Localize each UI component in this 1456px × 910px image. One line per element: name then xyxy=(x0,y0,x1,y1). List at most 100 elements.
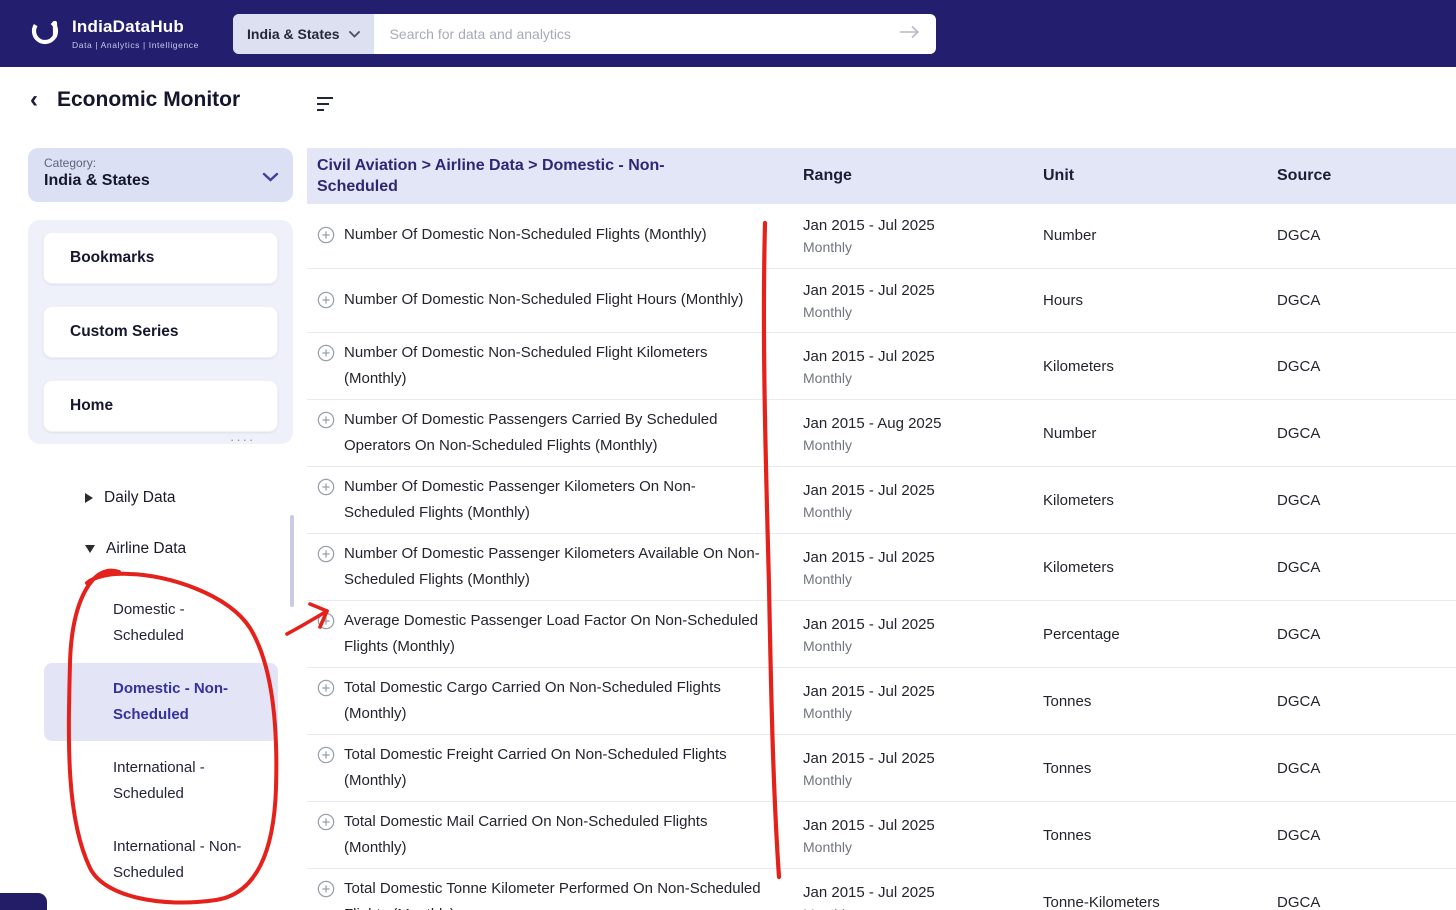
search-submit-arrow-icon[interactable] xyxy=(898,25,922,44)
tree-label: Domestic - Non-Scheduled xyxy=(113,680,229,723)
add-series-icon[interactable] xyxy=(317,411,335,434)
tree-label: Domestic - Scheduled xyxy=(113,601,185,644)
tree-item-international-scheduled[interactable]: International - Scheduled xyxy=(44,742,278,820)
series-frequency: Monthly xyxy=(803,436,853,453)
series-source: DGCA xyxy=(1277,625,1321,643)
series-source: DGCA xyxy=(1277,424,1321,442)
table-row[interactable]: Number Of Domestic Non-Scheduled Flight … xyxy=(307,333,1456,400)
region-selector-value: India & States xyxy=(247,26,340,42)
add-series-icon[interactable] xyxy=(317,880,335,903)
category-selector[interactable]: Category: India & States xyxy=(28,148,293,202)
series-unit: Percentage xyxy=(1043,625,1120,643)
table-row[interactable]: Total Domestic Freight Carried On Non-Sc… xyxy=(307,735,1456,802)
add-series-icon[interactable] xyxy=(317,478,335,501)
table-row[interactable]: Number Of Domestic Passengers Carried By… xyxy=(307,400,1456,467)
column-header-source: Source xyxy=(1277,167,1332,184)
add-series-icon[interactable] xyxy=(317,612,335,635)
series-frequency: Monthly xyxy=(803,704,853,721)
tree-item-international-non-scheduled[interactable]: International - Non-Scheduled xyxy=(44,821,278,899)
series-frequency: Monthly xyxy=(803,239,853,256)
add-series-icon[interactable] xyxy=(317,813,335,836)
table-row[interactable]: Number Of Domestic Non-Scheduled Flight … xyxy=(307,268,1456,333)
search-bar: India & States xyxy=(233,14,936,54)
sidebar-item-home[interactable]: Home xyxy=(43,380,278,432)
sidebar-item-custom-series[interactable]: Custom Series xyxy=(43,306,278,358)
chat-widget-stub[interactable] xyxy=(0,893,47,910)
brand-name: IndiaDataHub xyxy=(72,17,184,36)
table-row[interactable]: Total Domestic Mail Carried On Non-Sched… xyxy=(307,802,1456,869)
series-source: DGCA xyxy=(1277,491,1321,509)
series-source: DGCA xyxy=(1277,893,1321,910)
tree-item-domestic-non-scheduled[interactable]: Domestic - Non-Scheduled xyxy=(44,663,278,741)
series-frequency: Monthly xyxy=(803,637,853,654)
add-series-icon[interactable] xyxy=(317,679,335,702)
series-name: Number Of Domestic Passenger Kilometers … xyxy=(344,545,760,588)
series-name: Average Domestic Passenger Load Factor O… xyxy=(344,612,759,655)
column-header-range: Range xyxy=(803,167,852,184)
table-row[interactable]: Total Domestic Tonne Kilometer Performed… xyxy=(307,869,1456,910)
add-series-icon[interactable] xyxy=(317,545,335,568)
series-name: Total Domestic Tonne Kilometer Performed… xyxy=(344,880,761,910)
page-header: ‹ Economic Monitor xyxy=(30,88,240,112)
series-name: Number Of Domestic Non-Scheduled Flight … xyxy=(344,344,708,387)
region-selector-dropdown[interactable]: India & States xyxy=(233,14,374,54)
add-series-icon[interactable] xyxy=(317,344,335,367)
category-label: Category: xyxy=(44,156,97,170)
search-input[interactable] xyxy=(373,26,898,42)
series-unit: Number xyxy=(1043,227,1097,245)
table-row[interactable]: Number Of Domestic Passenger Kilometers … xyxy=(307,534,1456,601)
series-frequency: Monthly xyxy=(803,904,1043,910)
series-unit: Tonne-Kilometers xyxy=(1043,893,1160,910)
tree-label: International - Non-Scheduled xyxy=(113,838,242,881)
series-range: Jan 2015 - Jul 2025 xyxy=(803,749,935,767)
tree-item-airline-data[interactable]: Airline Data xyxy=(28,533,293,564)
series-range: Jan 2015 - Jul 2025 xyxy=(803,548,935,566)
series-name: Total Domestic Mail Carried On Non-Sched… xyxy=(344,813,708,856)
add-series-icon[interactable] xyxy=(317,226,335,249)
series-unit: Number xyxy=(1043,424,1097,442)
series-unit: Tonnes xyxy=(1043,692,1092,710)
series-source: DGCA xyxy=(1277,558,1321,576)
series-source: DGCA xyxy=(1277,357,1321,375)
filter-icon[interactable] xyxy=(316,95,334,116)
table-row[interactable]: Average Domestic Passenger Load Factor O… xyxy=(307,601,1456,668)
series-range: Jan 2015 - Jul 2025 xyxy=(803,883,935,901)
series-unit: Hours xyxy=(1043,291,1084,309)
category-tree: Daily Data Airline Data Domestic - Sched… xyxy=(28,482,293,900)
series-frequency: Monthly xyxy=(803,369,853,386)
tree-item-daily-data[interactable]: Daily Data xyxy=(28,482,293,513)
series-range: Jan 2015 - Aug 2025 xyxy=(803,414,942,432)
sidebar-scrollbar[interactable] xyxy=(290,515,294,607)
brand[interactable]: IndiaDataHub Data | Analytics | Intellig… xyxy=(30,15,199,52)
airline-data-children: Domestic - Scheduled Domestic - Non-Sche… xyxy=(28,584,293,899)
series-source: DGCA xyxy=(1277,692,1321,710)
series-name: Number Of Domestic Non-Scheduled Flights… xyxy=(344,226,707,244)
back-chevron-icon[interactable]: ‹ xyxy=(30,88,38,112)
indiadatahub-logo-icon xyxy=(30,15,62,52)
series-unit: Tonnes xyxy=(1043,826,1092,844)
series-source: DGCA xyxy=(1277,826,1321,844)
series-source: DGCA xyxy=(1277,227,1321,245)
sidebar-item-bookmarks[interactable]: Bookmarks xyxy=(43,232,278,284)
series-name: Number Of Domestic Non-Scheduled Flight … xyxy=(344,290,744,308)
chevron-down-icon xyxy=(262,169,279,187)
series-range: Jan 2015 - Jul 2025 xyxy=(803,281,935,299)
sidebar-nav: Bookmarks Custom Series Home xyxy=(28,220,293,444)
add-series-icon[interactable] xyxy=(317,291,335,314)
table-row[interactable]: Number Of Domestic Passenger Kilometers … xyxy=(307,467,1456,534)
series-range: Jan 2015 - Jul 2025 xyxy=(803,682,935,700)
add-series-icon[interactable] xyxy=(317,746,335,769)
tree-label: International - Scheduled xyxy=(113,759,205,802)
chevron-down-icon xyxy=(348,30,360,38)
table-row[interactable]: Number Of Domestic Non-Scheduled Flights… xyxy=(307,204,1456,269)
tree-item-domestic-scheduled[interactable]: Domestic - Scheduled xyxy=(44,584,278,662)
series-frequency: Monthly xyxy=(803,570,853,587)
series-range: Jan 2015 - Jul 2025 xyxy=(803,481,935,499)
series-name: Number Of Domestic Passenger Kilometers … xyxy=(344,478,696,521)
panel-resize-handle[interactable]: ···· xyxy=(230,432,255,447)
table-row[interactable]: Total Domestic Cargo Carried On Non-Sche… xyxy=(307,668,1456,735)
column-header-unit: Unit xyxy=(1043,167,1075,184)
series-range: Jan 2015 - Jul 2025 xyxy=(803,217,935,235)
series-unit: Kilometers xyxy=(1043,558,1114,576)
series-frequency: Monthly xyxy=(803,838,853,855)
